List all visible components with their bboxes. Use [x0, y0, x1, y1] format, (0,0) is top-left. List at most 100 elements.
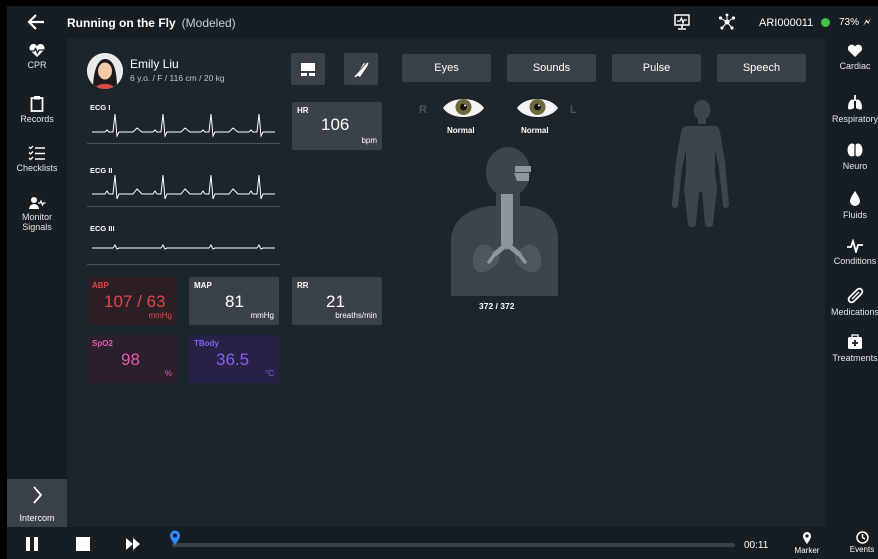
vital-unit: bpm: [361, 136, 377, 145]
nav-label: Fluids: [842, 210, 867, 220]
left-sidebar: CPR Records Checklists Monitor Signals I…: [7, 38, 67, 527]
nav-label: Monitor Signals: [21, 212, 52, 232]
nav-cpr[interactable]: CPR: [7, 44, 67, 70]
patient-avatar: [87, 53, 123, 89]
ecg-strip: ECG III: [87, 221, 280, 265]
timeline-scrubber[interactable]: [172, 543, 735, 547]
right-eye-status: Normal: [447, 126, 475, 135]
vital-hr[interactable]: HR 106 bpm: [292, 102, 382, 150]
vital-rr[interactable]: RR 21 breaths/min: [292, 277, 382, 325]
events-button[interactable]: Events: [847, 531, 877, 554]
nav-label: CPR: [27, 60, 47, 70]
drop-icon: [850, 191, 860, 206]
ecg-trace-2: [92, 174, 275, 200]
tab-eyes[interactable]: Eyes: [402, 54, 491, 82]
right-eye-icon[interactable]: [441, 95, 486, 121]
heartbeat-icon: [29, 44, 45, 57]
muted-icon: [353, 60, 370, 78]
network-icon[interactable]: [718, 13, 736, 31]
tab-sounds[interactable]: Sounds: [507, 54, 596, 82]
vital-spo2[interactable]: SpO2 98 %: [87, 335, 177, 383]
layout-toggle-button[interactable]: [291, 53, 325, 85]
vital-label: RR: [297, 281, 309, 290]
lungs-icon: [848, 95, 862, 110]
nav-records[interactable]: Records: [7, 95, 67, 124]
battery-charging-icon: 🗲: [863, 15, 871, 29]
pulse-wave-icon: [847, 239, 863, 253]
ecg-trace-3: [92, 244, 275, 250]
nav-label: Checklists: [16, 163, 58, 173]
clipboard-icon: [30, 96, 44, 112]
bottom-bar: 00:11 Marker Events: [7, 527, 878, 559]
scenario-mode: (Modeled): [181, 16, 236, 30]
back-arrow-icon[interactable]: [25, 12, 47, 32]
right-eye-letter: R: [419, 104, 427, 116]
monitor-signals-icon: [29, 197, 46, 209]
tab-speech[interactable]: Speech: [717, 54, 806, 82]
tab-pulse[interactable]: Pulse: [612, 54, 701, 82]
marker-label: Marker: [794, 546, 820, 555]
elapsed-time: 00:11: [744, 540, 769, 551]
left-eye-icon[interactable]: [515, 95, 560, 121]
chevron-right-icon: [33, 486, 43, 504]
stop-icon[interactable]: [75, 536, 91, 552]
nav-medications[interactable]: Medications: [825, 287, 878, 317]
vital-unit: mmHg: [148, 311, 172, 320]
nav-conditions[interactable]: Conditions: [825, 239, 878, 266]
vital-unit: mmHg: [250, 311, 274, 320]
pill-icon: [847, 287, 863, 304]
timeline-position-pin-icon[interactable]: [169, 530, 181, 546]
vital-value: 81: [225, 292, 244, 311]
nav-label: Medications: [830, 307, 878, 317]
heart-icon: [847, 44, 863, 57]
scenario-title: Running on the Fly (Modeled): [67, 16, 236, 30]
vital-unit: %: [164, 369, 172, 378]
nav-monitor-signals[interactable]: Monitor Signals: [7, 196, 67, 232]
nav-fluids[interactable]: Fluids: [825, 190, 878, 220]
nav-treatments[interactable]: Treatments: [825, 334, 878, 363]
nav-label: Neuro: [842, 161, 868, 171]
vital-label: TBody: [194, 339, 219, 348]
vital-value: 21: [326, 292, 345, 311]
patient-name: Emily Liu: [130, 57, 179, 71]
right-sidebar: Cardiac Respiratory Neuro Fluids Conditi…: [825, 38, 878, 527]
vital-tbody[interactable]: TBody 36.5 °C: [189, 335, 279, 383]
marker-button[interactable]: Marker: [792, 531, 822, 555]
ecg-strip: ECG II: [87, 163, 280, 207]
mute-toggle-button[interactable]: [344, 53, 378, 85]
monitor-icon[interactable]: [673, 13, 691, 31]
patient-info: 6 y.o. / F / 116 cm / 20 kg: [130, 73, 225, 83]
battery-level: 73%: [839, 17, 860, 28]
scenario-name: Running on the Fly: [67, 16, 176, 30]
ecg-trace-1: [92, 113, 275, 138]
left-eye-letter: L: [570, 104, 577, 116]
full-body-silhouette[interactable]: [664, 100, 740, 228]
nav-respiratory[interactable]: Respiratory: [825, 94, 878, 124]
vital-value: 98: [121, 350, 140, 369]
airway-body-icon[interactable]: [441, 146, 559, 296]
vital-value: 36.5: [216, 350, 250, 369]
vital-map[interactable]: MAP 81 mmHg: [189, 277, 279, 325]
vital-value: 106: [321, 115, 350, 134]
nav-checklists[interactable]: Checklists: [7, 145, 67, 173]
brain-icon: [847, 143, 863, 157]
events-label: Events: [849, 545, 875, 554]
airway-reading: 372 / 372: [479, 301, 515, 311]
left-eye-status: Normal: [521, 126, 549, 135]
pause-icon[interactable]: [24, 536, 40, 552]
ecg-strip: ECG I: [87, 100, 280, 144]
checklist-icon: [28, 145, 45, 161]
connection-status-dot: [821, 18, 830, 27]
vital-unit: breaths/min: [335, 311, 377, 320]
device-id: ARI000011: [759, 17, 814, 29]
vital-label: HR: [297, 106, 309, 115]
layout-icon: [301, 63, 315, 76]
nav-neuro[interactable]: Neuro: [825, 142, 878, 171]
nav-cardiac[interactable]: Cardiac: [825, 44, 878, 71]
intercom-label: Intercom: [19, 513, 55, 523]
first-aid-kit-icon: [848, 334, 862, 349]
intercom-button[interactable]: Intercom: [7, 479, 67, 527]
fast-forward-icon[interactable]: [125, 536, 141, 552]
vital-abp[interactable]: ABP 107 / 63 mmHg: [87, 277, 177, 325]
vital-unit: °C: [265, 369, 274, 378]
